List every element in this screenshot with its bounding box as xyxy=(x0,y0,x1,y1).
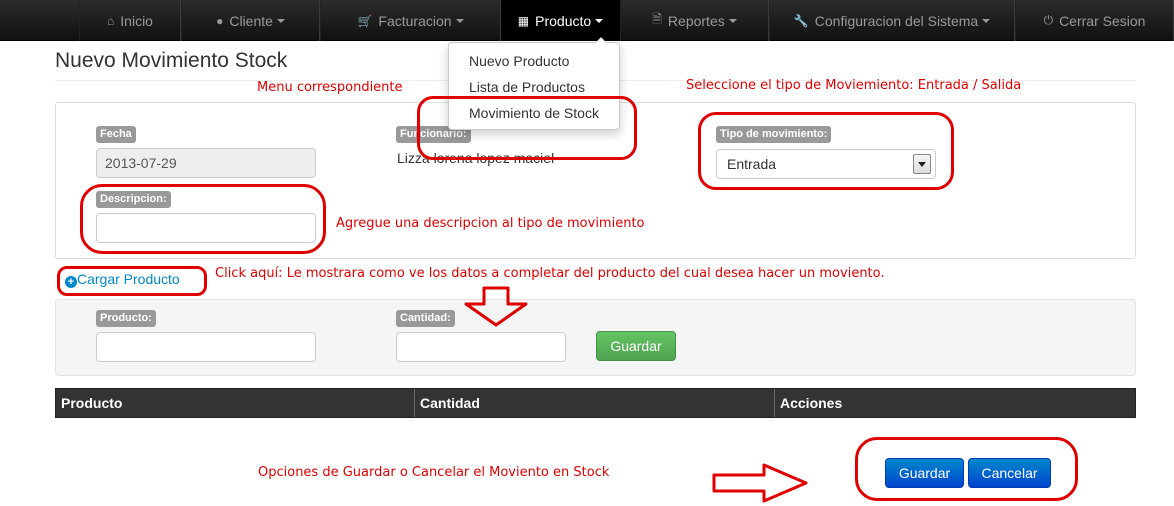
nav-cerrar-sesion[interactable]: ⏻ Cerrar Sesion xyxy=(1015,0,1174,41)
chevron-down-icon xyxy=(982,18,991,23)
col-cantidad: Cantidad xyxy=(415,389,775,417)
chevron-down-icon xyxy=(455,18,464,23)
highlight-ring-tipo xyxy=(698,112,954,190)
annotation-opciones: Opciones de Guardar o Cancelar el Movien… xyxy=(258,465,610,480)
nav-cliente[interactable]: ● Cliente xyxy=(181,0,320,41)
nav-facturacion[interactable]: 🛒 Facturacion xyxy=(320,0,501,41)
wrench-icon: 🔧 xyxy=(793,13,809,28)
nav-reportes[interactable]: 🗎 Reportes xyxy=(620,0,769,41)
chevron-down-icon xyxy=(728,18,737,23)
nav-label: Configuracion del Sistema xyxy=(814,12,979,29)
chevron-down-icon xyxy=(595,18,604,23)
down-arrow-icon xyxy=(464,286,528,327)
fecha-label: Fecha xyxy=(96,126,136,143)
nav-inicio[interactable]: ⌂ Inicio xyxy=(79,0,181,41)
guardar-producto-button[interactable]: Guardar xyxy=(596,331,676,361)
cantidad-input[interactable] xyxy=(396,332,566,362)
highlight-ring-actions xyxy=(855,437,1078,501)
producto-label: Producto: xyxy=(96,310,156,327)
file-icon: 🗎 xyxy=(652,12,662,26)
annotation-menu: Menu correspondiente xyxy=(257,80,403,95)
cart-icon: 🛒 xyxy=(357,13,373,28)
cantidad-label: Cantidad: xyxy=(396,310,455,327)
highlight-ring-menu xyxy=(417,96,637,160)
right-arrow-icon xyxy=(712,463,808,503)
nav-configuracion[interactable]: 🔧 Configuracion del Sistema xyxy=(769,0,1015,41)
highlight-ring-descripcion xyxy=(80,184,326,254)
top-navbar: ⌂ Inicio ● Cliente 🛒 Facturacion ▦ Produ… xyxy=(0,0,1174,41)
fecha-field[interactable]: 2013-07-29 xyxy=(96,148,316,178)
productos-table-header: Producto Cantidad Acciones xyxy=(55,388,1136,418)
nav-label: Producto xyxy=(535,12,592,29)
power-icon: ⏻ xyxy=(1043,13,1054,27)
barcode-icon: ▦ xyxy=(517,13,530,28)
nav-producto[interactable]: ▦ Producto xyxy=(501,0,620,41)
nav-label: Inicio xyxy=(120,12,153,29)
nav-label: Cerrar Sesion xyxy=(1059,12,1146,29)
annotation-click: Click aquí: Le mostrara como ve los dato… xyxy=(215,266,885,281)
highlight-ring-cargar xyxy=(57,266,207,296)
page-title: Nuevo Movimiento Stock xyxy=(55,49,288,72)
producto-input[interactable] xyxy=(96,332,316,362)
nav-label: Reportes xyxy=(667,12,725,29)
home-icon: ⌂ xyxy=(107,13,115,28)
menu-item-nuevo-producto[interactable]: Nuevo Producto xyxy=(449,51,619,77)
product-entry-well: Producto: Cantidad: Guardar xyxy=(55,299,1136,376)
col-acciones: Acciones xyxy=(780,395,843,411)
annotation-tipo: Seleccione el tipo de Moviemiento: Entra… xyxy=(686,78,1022,93)
col-producto: Producto xyxy=(56,389,415,417)
user-icon: ● xyxy=(216,13,224,28)
nav-label: Facturacion xyxy=(378,12,452,29)
chevron-down-icon xyxy=(276,18,285,23)
annotation-descripcion: Agregue una descripcion al tipo de movim… xyxy=(336,216,645,231)
nav-label: Cliente xyxy=(229,12,273,29)
